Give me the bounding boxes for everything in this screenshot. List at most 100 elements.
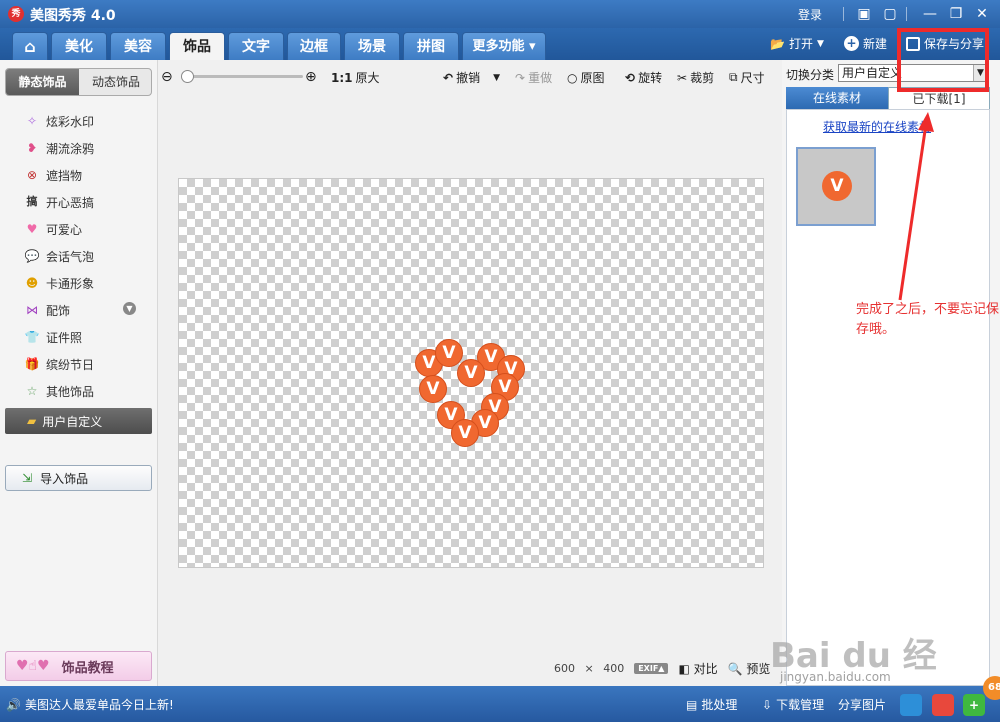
title-separator xyxy=(906,7,907,21)
tab-more-features[interactable]: 更多功能 ▾ xyxy=(462,32,546,60)
category-trendy-graffiti[interactable]: ❥ 潮流涂鸦 xyxy=(24,137,94,159)
tab-beauty[interactable]: 美容 xyxy=(110,32,166,60)
category-prank[interactable]: 搞 开心恶搞 xyxy=(24,191,95,213)
category-label: 炫彩水印 xyxy=(46,114,95,129)
download-manage-label: 下载管理 xyxy=(776,698,825,712)
accessory-type-tabs: 静态饰品 动态饰品 xyxy=(5,68,152,96)
v-logo-sticker[interactable]: V xyxy=(451,419,479,447)
close-icon[interactable]: ✕ xyxy=(972,4,992,24)
image-canvas[interactable]: V V V V V V V V V V V xyxy=(178,178,764,568)
plus-circle-icon: + xyxy=(844,36,859,51)
v-logo-sticker[interactable]: V xyxy=(419,375,447,403)
redo-button[interactable]: ↷ 重做 xyxy=(515,69,552,86)
image-width: 600 xyxy=(554,662,575,675)
category-cartoon[interactable]: ☻ 卡通形象 xyxy=(24,272,94,294)
notification-badge[interactable]: 68 xyxy=(983,676,1000,700)
rotate-label: 旋转 xyxy=(638,71,663,85)
compare-button[interactable]: ◧ 对比 xyxy=(678,660,717,677)
tab-dynamic-accessories[interactable]: 动态饰品 xyxy=(80,69,152,95)
main-tab-bar: ⌂ 美化 美容 饰品 文字 边框 场景 拼图 更多功能 ▾ 📂 打开 ▼ + 新… xyxy=(0,28,1000,60)
crop-button[interactable]: ✂ 裁剪 xyxy=(677,69,714,86)
skin-icon[interactable]: ▢ xyxy=(880,4,900,24)
original-size-button[interactable]: 1:1 原大 xyxy=(331,69,380,86)
category-label: 证件照 xyxy=(46,330,83,345)
tab-scene[interactable]: 场景 xyxy=(344,32,400,60)
tab-home[interactable]: ⌂ xyxy=(12,32,48,60)
plus-share-icon[interactable]: + xyxy=(963,694,985,716)
redo-icon: ↷ xyxy=(515,70,526,85)
resize-label: 尺寸 xyxy=(740,71,765,85)
category-speech-bubble[interactable]: 💬 会话气泡 xyxy=(24,245,95,267)
v-logo-sticker[interactable]: V xyxy=(457,359,485,387)
image-dimensions: 600 × 400 xyxy=(554,662,624,675)
tab-text[interactable]: 文字 xyxy=(228,32,284,60)
category-label: 会话气泡 xyxy=(46,249,95,264)
category-id-photo[interactable]: 👕 证件照 xyxy=(24,326,83,348)
weibo-icon[interactable] xyxy=(932,694,954,716)
resize-button[interactable]: ⧉ 尺寸 xyxy=(729,69,765,86)
category-occluder[interactable]: ⊗ 遮挡物 xyxy=(24,164,82,186)
new-button[interactable]: + 新建 xyxy=(844,35,887,52)
news-text: 美图达人最爱单品今日上新! xyxy=(24,698,174,712)
open-button[interactable]: 📂 打开 ▼ xyxy=(770,35,824,52)
news-ticker[interactable]: 🔊 美图达人最爱单品今日上新! xyxy=(6,696,174,713)
exif-button[interactable]: EXIF▲ xyxy=(634,663,669,674)
tab-online-materials[interactable]: 在线素材 xyxy=(786,87,888,109)
category-label: 卡通形象 xyxy=(46,276,95,291)
v-logo-sticker[interactable]: V xyxy=(435,339,463,367)
feedback-icon[interactable]: ▣ xyxy=(854,4,874,24)
bottom-status-bar: 🔊 美图达人最爱单品今日上新! ▤ 批处理 ⇩ 下载管理 分享图片 + xyxy=(0,686,1000,722)
zoom-slider[interactable] xyxy=(185,75,303,78)
tab-accessories[interactable]: 饰品 xyxy=(169,32,225,60)
download-manage-button[interactable]: ⇩ 下载管理 xyxy=(762,696,824,713)
tab-collage[interactable]: 拼图 xyxy=(403,32,459,60)
category-accessories[interactable]: ⋈ 配饰 ▼ xyxy=(24,299,139,321)
preview-label: 预览 xyxy=(746,662,771,676)
material-thumbnail[interactable]: V xyxy=(796,147,876,226)
category-other[interactable]: ☆ 其他饰品 xyxy=(24,380,94,402)
tab-beautify[interactable]: 美化 xyxy=(51,32,107,60)
image-height: 400 xyxy=(603,662,625,675)
category-label: 遮挡物 xyxy=(46,168,83,183)
annotation-highlight-box xyxy=(897,28,989,92)
import-accessory-button[interactable]: ⇲ 导入饰品 xyxy=(5,465,152,491)
accessory-tutorial-button[interactable]: ♥☝♥ 饰品教程 xyxy=(5,651,152,681)
batch-process-button[interactable]: ▤ 批处理 xyxy=(686,696,737,713)
prank-icon: 搞 xyxy=(26,195,38,208)
chevron-down-icon: ▼ xyxy=(816,38,824,49)
accessory-category-panel: 静态饰品 动态饰品 ✧ 炫彩水印 ❥ 潮流涂鸦 ⊗ 遮挡物 搞 开心恶搞 ♥ 可… xyxy=(0,60,158,686)
category-colorful-watermark[interactable]: ✧ 炫彩水印 xyxy=(24,110,94,132)
undo-button[interactable]: ↶ 撤销 ▼ xyxy=(443,69,500,86)
downloaded-materials-list: 获取最新的在线素材 V xyxy=(786,109,990,686)
category-cute-heart[interactable]: ♥ 可爱心 xyxy=(24,218,82,240)
cartoon-icon: ☻ xyxy=(25,276,39,290)
tab-static-accessories[interactable]: 静态饰品 xyxy=(6,69,79,95)
share-image-button[interactable]: 分享图片 xyxy=(838,696,886,713)
restore-icon[interactable]: ❐ xyxy=(946,4,966,24)
login-link[interactable]: 登录 xyxy=(798,6,822,23)
zoom-in-icon[interactable]: ⊕ xyxy=(305,69,317,85)
tab-frame[interactable]: 边框 xyxy=(287,32,341,60)
annotation-arrow xyxy=(898,112,934,301)
category-festival[interactable]: 🎁 缤纷节日 xyxy=(24,353,95,375)
zoom-out-icon[interactable]: ⊖ xyxy=(161,69,173,85)
bow-icon: ⋈ xyxy=(26,303,38,317)
compare-icon: ◧ xyxy=(678,662,690,676)
zoom-slider-thumb[interactable] xyxy=(181,70,194,83)
folder-icon: ▰ xyxy=(27,414,37,428)
chevron-down-icon[interactable]: ▼ xyxy=(493,73,500,83)
original-image-button[interactable]: ○ 原图 xyxy=(567,69,605,86)
rotate-button[interactable]: ⟲ 旋转 xyxy=(625,69,662,86)
batch-label: 批处理 xyxy=(701,698,738,712)
category-user-custom[interactable]: ▰ 用户自定义 xyxy=(5,408,152,434)
original-image-label: 原图 xyxy=(580,71,605,85)
preview-button[interactable]: 🔍 预览 xyxy=(728,660,771,677)
expand-chevron-icon[interactable]: ▼ xyxy=(123,302,136,315)
original-size-label: 原大 xyxy=(355,71,380,85)
v-logo-icon: V xyxy=(822,171,852,201)
open-label: 打开 xyxy=(788,37,813,51)
qzone-star-icon[interactable] xyxy=(900,694,922,716)
star-icon: ☆ xyxy=(26,384,38,398)
minimize-icon[interactable]: — xyxy=(920,4,940,24)
baidu-jingyan-watermark: Bai du 经验 jingyan.baidu.com xyxy=(770,628,970,722)
